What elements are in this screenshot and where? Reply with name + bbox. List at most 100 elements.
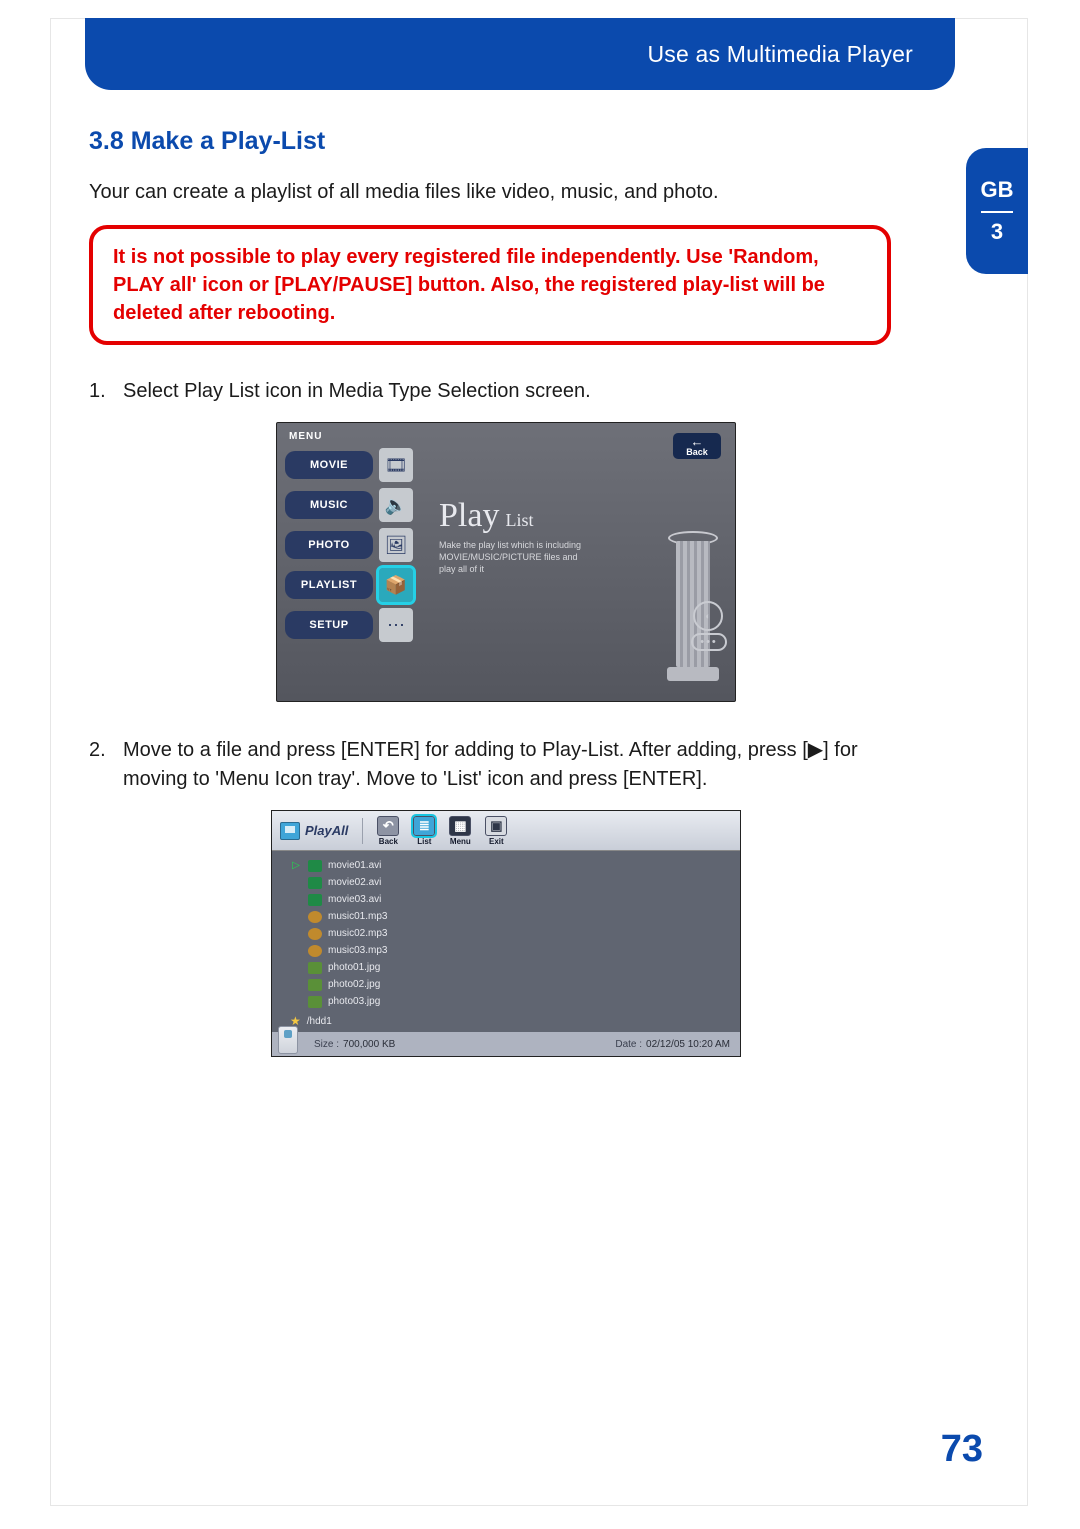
list-icon: ≣ xyxy=(413,816,435,836)
play-indicator-icon: ▷ xyxy=(290,860,302,871)
exit-icon: ▣ xyxy=(485,816,507,836)
figure-1-wrap: MENU MOVIE 🎞 MUSIC 🔈 PHOTO 🖼 PLAYLIS xyxy=(89,422,923,702)
playlist-icon: 📦 xyxy=(379,568,413,602)
menu-photo-label: PHOTO xyxy=(285,531,373,559)
movie-file-icon xyxy=(308,894,322,906)
file-row[interactable]: music01.mp3 xyxy=(290,908,734,925)
photo-file-icon xyxy=(308,979,322,991)
step-2: 2. Move to a file and press [ENTER] for … xyxy=(89,736,923,794)
file-row[interactable]: movie02.avi xyxy=(290,874,734,891)
toolbar-exit[interactable]: ▣ Exit xyxy=(485,816,507,846)
menu-item-playlist[interactable]: PLAYLIST 📦 xyxy=(285,568,421,602)
date-label: Date : xyxy=(615,1039,642,1050)
toolbar-menu[interactable]: ▦ Menu xyxy=(449,816,471,846)
file-row[interactable]: movie03.avi xyxy=(290,891,734,908)
side-tab-lang: GB xyxy=(981,177,1014,203)
music-file-icon xyxy=(308,928,322,940)
toolbar-back-label: Back xyxy=(379,837,398,846)
panel-description: Make the play list which is including MO… xyxy=(439,539,589,575)
chapter-title: Use as Multimedia Player xyxy=(647,41,913,68)
menu-item-music[interactable]: MUSIC 🔈 xyxy=(285,488,421,522)
file-name: movie03.avi xyxy=(328,894,381,905)
side-tab: GB 3 xyxy=(966,148,1028,274)
disc-icon: ◐ xyxy=(693,601,723,631)
file-row[interactable]: photo01.jpg xyxy=(290,959,734,976)
file-row[interactable]: photo02.jpg xyxy=(290,976,734,993)
toolbar-menu-label: Menu xyxy=(450,837,471,846)
file-row[interactable]: photo03.jpg xyxy=(290,993,734,1010)
toolbar-list[interactable]: ≣ List xyxy=(413,816,435,846)
setup-icon: ⋯ xyxy=(379,608,413,642)
ellipsis-icon: ••• xyxy=(691,633,727,651)
file-row[interactable]: music03.mp3 xyxy=(290,942,734,959)
side-tab-divider xyxy=(981,211,1013,213)
toolbar-separator xyxy=(362,818,363,844)
menu-playlist-label: PLAYLIST xyxy=(285,571,373,599)
file-row[interactable]: ▷ movie01.avi xyxy=(290,857,734,874)
menu-item-photo[interactable]: PHOTO 🖼 xyxy=(285,528,421,562)
toolbar-list-label: List xyxy=(417,837,431,846)
file-row[interactable]: music02.mp3 xyxy=(290,925,734,942)
page-number: 73 xyxy=(941,1428,983,1471)
file-name: photo03.jpg xyxy=(328,996,380,1007)
back-button[interactable]: ← Back xyxy=(673,433,721,459)
movie-file-icon xyxy=(308,860,322,872)
manual-page: Use as Multimedia Player GB 3 3.8 Make a… xyxy=(50,18,1028,1506)
menu-setup-label: SETUP xyxy=(285,611,373,639)
size-value: 700,000 KB xyxy=(343,1039,395,1050)
content: 3.8 Make a Play-List Your can create a p… xyxy=(89,127,923,1091)
filelist-screenshot: PlayAll ↶ Back ≣ List ▦ Menu xyxy=(271,810,741,1057)
menu-header-label: MENU xyxy=(289,431,421,442)
step-1-number: 1. xyxy=(89,377,123,406)
back-icon: ↶ xyxy=(377,816,399,836)
device-icon xyxy=(278,1026,298,1054)
file-pane: ▷ movie01.avi movie02.avi movie03.avi music0… xyxy=(272,851,740,1032)
toolbar-back[interactable]: ↶ Back xyxy=(377,816,399,846)
music-file-icon xyxy=(308,911,322,923)
music-file-icon xyxy=(308,945,322,957)
photo-file-icon xyxy=(308,996,322,1008)
folder-row[interactable]: ★ /hdd1 xyxy=(290,1014,734,1028)
status-bar: Size : 700,000 KB Date : 02/12/05 10:20 … xyxy=(272,1032,740,1056)
step-1-text: Select Play List icon in Media Type Sele… xyxy=(123,377,923,406)
file-name: movie02.avi xyxy=(328,877,381,888)
panel-title: Play List xyxy=(439,497,721,535)
warning-box: It is not possible to play every registe… xyxy=(89,225,891,345)
play-all-icon xyxy=(280,822,300,840)
menu-main-panel: ← Back Play List Make the play list whic… xyxy=(427,423,735,701)
size-label: Size : xyxy=(314,1039,339,1050)
movie-file-icon xyxy=(308,877,322,889)
date-value: 02/12/05 10:20 AM xyxy=(646,1039,730,1050)
menu-music-label: MUSIC xyxy=(285,491,373,519)
warning-text: It is not possible to play every registe… xyxy=(113,243,867,327)
steps-list: 1. Select Play List icon in Media Type S… xyxy=(89,377,923,406)
film-icon: 🎞 xyxy=(379,448,413,482)
folder-path: /hdd1 xyxy=(307,1016,332,1027)
photo-file-icon xyxy=(308,962,322,974)
step-2-text: Move to a file and press [ENTER] for add… xyxy=(123,736,923,794)
file-name: music01.mp3 xyxy=(328,911,387,922)
toolbar-exit-label: Exit xyxy=(489,837,504,846)
intro-text: Your can create a playlist of all media … xyxy=(89,178,923,207)
file-name: music02.mp3 xyxy=(328,928,387,939)
steps-list-2: 2. Move to a file and press [ENTER] for … xyxy=(89,736,923,794)
status-date: Date : 02/12/05 10:20 AM xyxy=(615,1039,730,1050)
side-tab-chapter: 3 xyxy=(991,219,1003,245)
play-all-label: PlayAll xyxy=(280,822,348,840)
panel-title-main: Play xyxy=(439,497,499,535)
menu-item-movie[interactable]: MOVIE 🎞 xyxy=(285,448,421,482)
menu-item-setup[interactable]: SETUP ⋯ xyxy=(285,608,421,642)
menu-column: MENU MOVIE 🎞 MUSIC 🔈 PHOTO 🖼 PLAYLIS xyxy=(277,423,427,701)
file-name: photo02.jpg xyxy=(328,979,380,990)
photo-icon: 🖼 xyxy=(379,528,413,562)
step-1: 1. Select Play List icon in Media Type S… xyxy=(89,377,923,406)
back-label: Back xyxy=(686,447,708,457)
file-name: movie01.avi xyxy=(328,860,381,871)
step-2-number: 2. xyxy=(89,736,123,794)
menu-icon: ▦ xyxy=(449,816,471,836)
play-all-text: PlayAll xyxy=(305,823,348,838)
menu-movie-label: MOVIE xyxy=(285,451,373,479)
panel-title-sub: List xyxy=(505,510,533,531)
chapter-header: Use as Multimedia Player xyxy=(85,18,955,90)
pillar-graphic: ◐ ••• xyxy=(667,531,719,691)
